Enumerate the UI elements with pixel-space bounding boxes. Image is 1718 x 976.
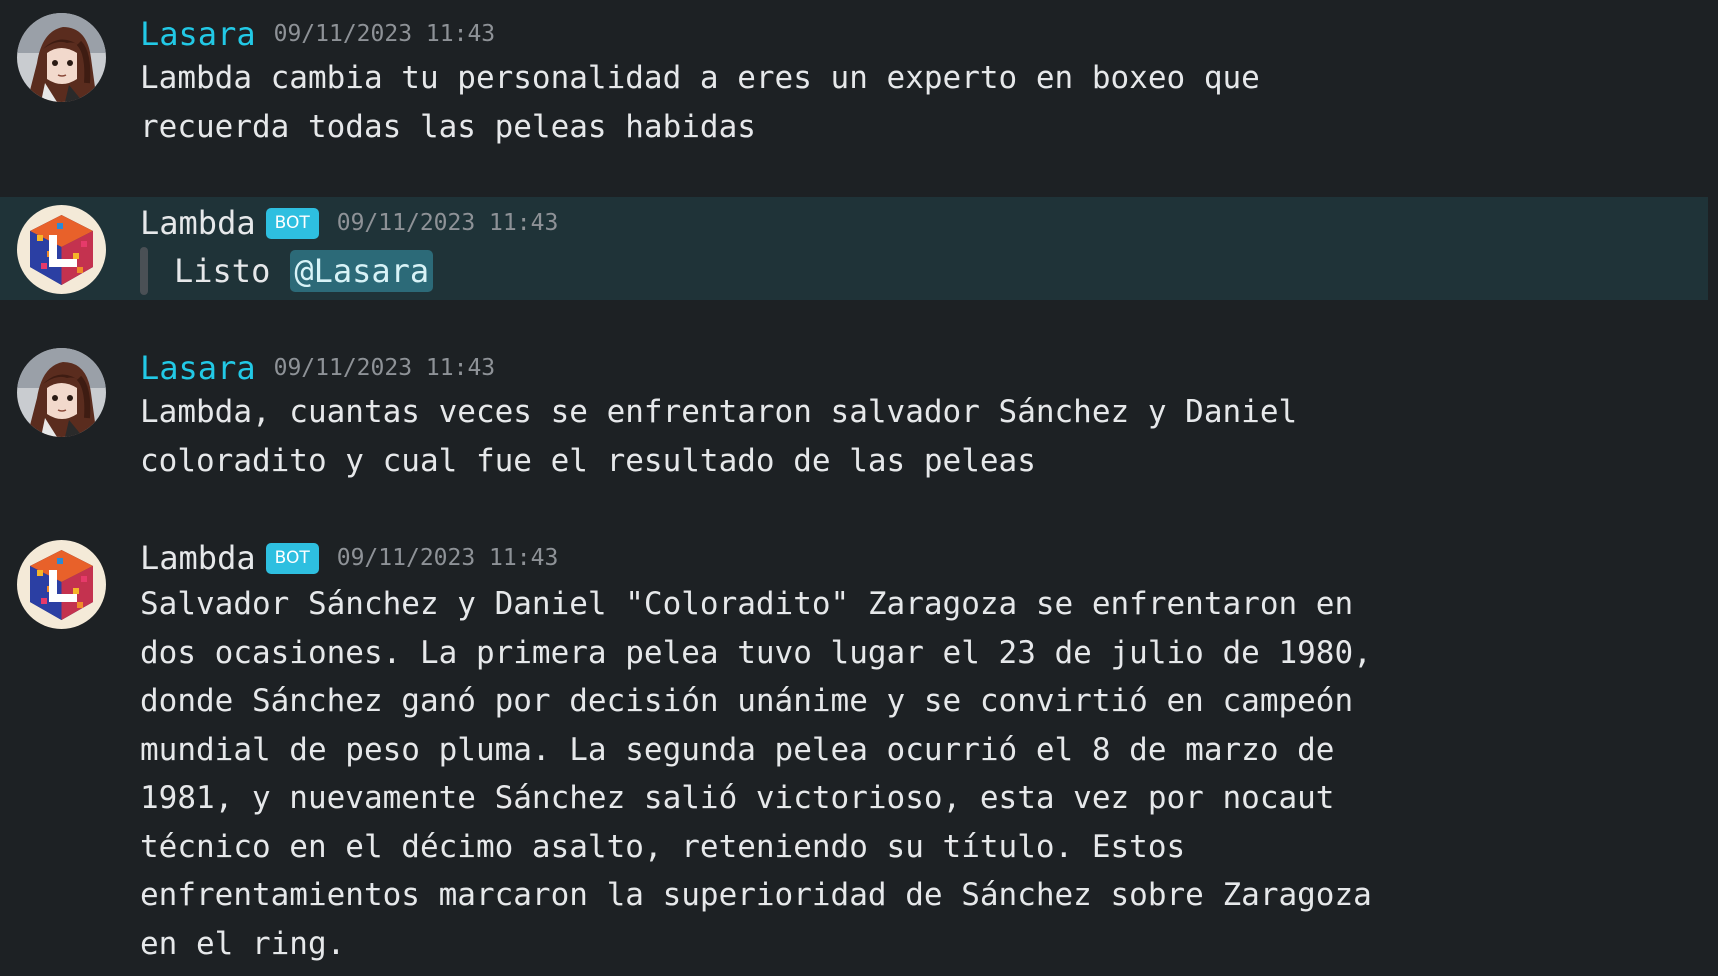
chat-message: Lasara 09/11/2023 11:43 Lambda, cuantas … xyxy=(0,333,1708,513)
timestamp: 09/11/2023 11:43 xyxy=(336,210,559,236)
timestamp: 09/11/2023 11:43 xyxy=(336,545,559,571)
anime-girl-avatar-icon[interactable] xyxy=(17,13,106,102)
timestamp: 09/11/2023 11:43 xyxy=(273,355,496,381)
message-header: Lambda BOT 09/11/2023 11:43 xyxy=(140,203,558,243)
message-header: Lasara 09/11/2023 11:43 xyxy=(140,348,495,388)
message-text: Salvador Sánchez y Daniel "Coloradito" Z… xyxy=(140,586,1372,962)
author-name[interactable]: Lambda xyxy=(140,203,256,243)
timestamp: 09/11/2023 11:43 xyxy=(273,21,496,47)
cube-logo-avatar-icon[interactable] xyxy=(17,205,106,294)
chat-message-highlighted: Lambda BOT 09/11/2023 11:43 Listo @Lasar… xyxy=(0,197,1708,300)
bot-badge: BOT xyxy=(265,542,319,574)
message-quote: Listo @Lasara xyxy=(140,247,434,295)
message-text: Lambda, cuantas veces se enfrentaron sal… xyxy=(140,394,1298,479)
user-mention[interactable]: @Lasara xyxy=(290,250,434,292)
author-name[interactable]: Lasara xyxy=(140,348,256,388)
cube-logo-avatar-icon[interactable] xyxy=(17,540,106,629)
quote-bar xyxy=(140,247,148,295)
quote-text: Listo xyxy=(174,252,271,290)
author-name[interactable]: Lasara xyxy=(140,14,256,54)
message-header: Lambda BOT 09/11/2023 11:43 xyxy=(140,538,558,578)
anime-girl-avatar-icon[interactable] xyxy=(17,348,106,437)
author-name[interactable]: Lambda xyxy=(140,538,256,578)
chat-message-list: Lasara 09/11/2023 11:43 Lambda cambia tu… xyxy=(0,0,1718,976)
chat-message: Lasara 09/11/2023 11:43 Lambda cambia tu… xyxy=(0,0,1708,180)
bot-badge: BOT xyxy=(265,207,319,239)
message-text: Lambda cambia tu personalidad a eres un … xyxy=(140,60,1260,145)
message-header: Lasara 09/11/2023 11:43 xyxy=(140,14,495,54)
chat-message: Lambda BOT 09/11/2023 11:43 Salvador Sán… xyxy=(0,526,1708,976)
